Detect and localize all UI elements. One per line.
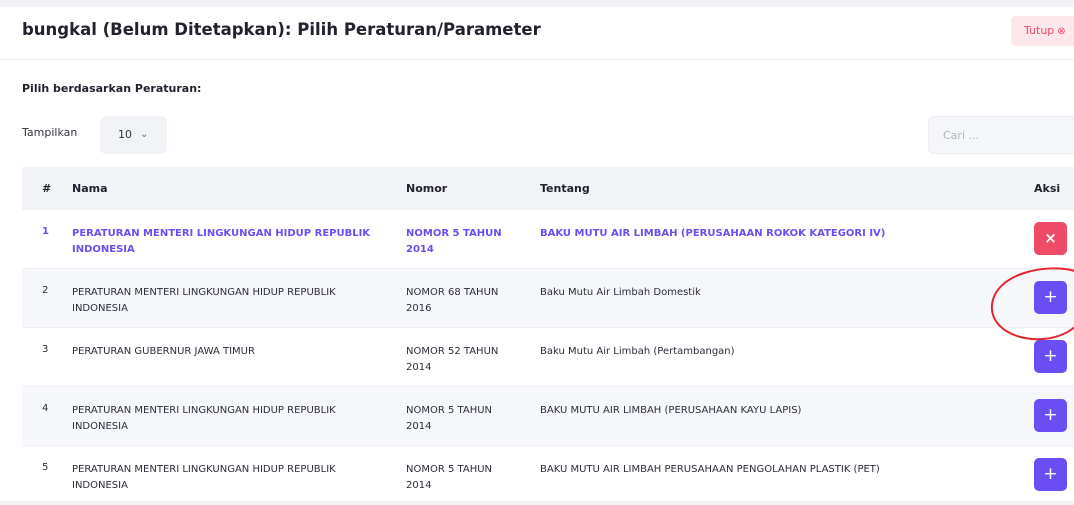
header-tentang: Tentang bbox=[540, 182, 590, 195]
header-nomor: Nomor bbox=[406, 182, 448, 195]
header-nama: Nama bbox=[72, 182, 108, 195]
regulation-table: # Nama Nomor Tentang Aksi 1 PERATURAN ME… bbox=[22, 167, 1074, 505]
row-tentang: BAKU MUTU AIR LIMBAH (PERUSAHAAN KAYU LA… bbox=[540, 405, 802, 416]
row-number: 1 bbox=[42, 226, 49, 237]
close-icon: × bbox=[1044, 229, 1057, 247]
table-row: 2 PERATURAN MENTERI LINGKUNGAN HIDUP REP… bbox=[22, 269, 1074, 328]
page-size-value: 10 bbox=[118, 128, 132, 141]
add-button[interactable]: + bbox=[1034, 340, 1067, 373]
row-nama: PERATURAN MENTERI LINGKUNGAN HIDUP REPUB… bbox=[72, 464, 336, 491]
table-row: 3 PERATURAN GUBERNUR JAWA TIMUR NOMOR 52… bbox=[22, 328, 1074, 387]
section-label: Pilih berdasarkan Peraturan: bbox=[22, 82, 202, 95]
close-circle-icon: ⊗ bbox=[1057, 26, 1066, 37]
plus-icon: + bbox=[1043, 464, 1058, 484]
row-nomor: NOMOR 5 TAHUN 2014 bbox=[406, 464, 493, 491]
page-size-select[interactable]: 10 ⌄ bbox=[100, 116, 167, 154]
chevron-down-icon: ⌄ bbox=[140, 129, 149, 140]
plus-icon: + bbox=[1043, 405, 1058, 425]
row-nomor: NOMOR 68 TAHUN 2016 bbox=[406, 287, 499, 314]
row-nomor: NOMOR 5 TAHUN 2014 bbox=[406, 228, 502, 255]
row-tentang: Baku Mutu Air Limbah (Pertambangan) bbox=[540, 346, 735, 357]
modal-header: bungkal (Belum Ditetapkan): Pilih Peratu… bbox=[0, 7, 1074, 60]
close-label: Tutup bbox=[1024, 24, 1055, 37]
row-tentang: BAKU MUTU AIR LIMBAH (PERUSAHAAN ROKOK K… bbox=[540, 228, 886, 239]
row-nomor: NOMOR 5 TAHUN 2014 bbox=[406, 405, 493, 432]
row-number: 3 bbox=[42, 344, 49, 355]
search-input[interactable] bbox=[928, 116, 1074, 154]
add-button[interactable]: + bbox=[1034, 399, 1067, 432]
page-size-label: Tampilkan bbox=[22, 126, 78, 139]
plus-icon: + bbox=[1043, 346, 1058, 366]
row-number: 2 bbox=[42, 285, 49, 296]
row-nama: PERATURAN MENTERI LINGKUNGAN HIDUP REPUB… bbox=[72, 405, 336, 432]
add-button[interactable]: + bbox=[1034, 458, 1067, 491]
modal-title: bungkal (Belum Ditetapkan): Pilih Peratu… bbox=[22, 20, 541, 39]
row-nama: PERATURAN MENTERI LINGKUNGAN HIDUP REPUB… bbox=[72, 228, 371, 255]
row-number: 4 bbox=[42, 403, 49, 414]
table-row: 5 PERATURAN MENTERI LINGKUNGAN HIDUP REP… bbox=[22, 446, 1074, 505]
plus-icon: + bbox=[1043, 287, 1058, 307]
row-nama: PERATURAN MENTERI LINGKUNGAN HIDUP REPUB… bbox=[72, 287, 336, 314]
close-button[interactable]: Tutup ⊗ bbox=[1011, 16, 1074, 46]
row-nomor: NOMOR 52 TAHUN 2014 bbox=[406, 346, 499, 373]
table-row: 4 PERATURAN MENTERI LINGKUNGAN HIDUP REP… bbox=[22, 387, 1074, 446]
row-tentang: Baku Mutu Air Limbah Domestik bbox=[540, 287, 701, 298]
row-number: 5 bbox=[42, 462, 49, 473]
remove-button[interactable]: × bbox=[1034, 222, 1067, 255]
row-nama: PERATURAN GUBERNUR JAWA TIMUR bbox=[72, 346, 255, 357]
header-aksi: Aksi bbox=[1034, 182, 1061, 195]
add-button[interactable]: + bbox=[1034, 281, 1067, 314]
table-row: 1 PERATURAN MENTERI LINGKUNGAN HIDUP REP… bbox=[22, 210, 1074, 269]
header-num: # bbox=[42, 182, 52, 195]
row-tentang: BAKU MUTU AIR LIMBAH PERUSAHAAN PENGOLAH… bbox=[540, 464, 880, 475]
table-header: # Nama Nomor Tentang Aksi bbox=[22, 167, 1074, 210]
